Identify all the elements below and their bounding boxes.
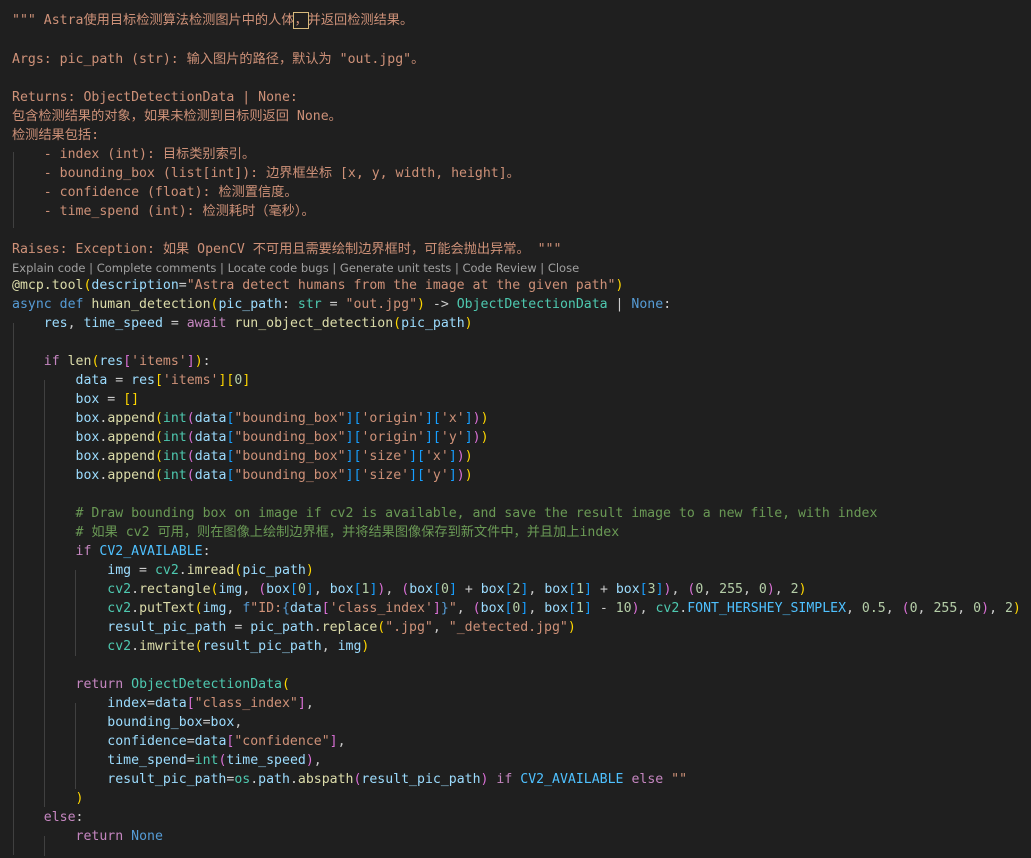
docstring-text: 检测结果包括: <box>12 128 100 143</box>
code-line: Returns: ObjectDetectionData | None: <box>12 88 1031 107</box>
codelens-separator: | <box>451 261 463 275</box>
codelens-separator: | <box>536 261 548 275</box>
code-line: ) <box>75 791 84 806</box>
code-line: data = res['items'][0] <box>75 373 251 388</box>
code-line: if CV2_AVAILABLE: <box>75 544 211 559</box>
codelens-explain-code[interactable]: Explain code <box>12 261 86 275</box>
code-line: return ObjectDetectionData( <box>75 677 290 692</box>
codelens-separator: | <box>85 261 97 275</box>
docstring-text: 包含检测结果的对象，如果未检测到目标则返回 None。 <box>12 109 342 124</box>
code-line: @mcp.tool(description="Astra detect huma… <box>12 278 624 293</box>
code-editor[interactable]: """ Astra使用目标检测算法检测图片中的人体，并返回检测结果。 Args:… <box>0 0 1031 858</box>
docstring-text: Raises: Exception: 如果 OpenCV 不可用且需要绘制边界框… <box>12 242 562 257</box>
code-line: - index (int): 目标类别索引。 <box>12 145 1031 164</box>
docstring-text: """ Astra使用目标检测算法检测图片中的人体 <box>12 13 295 28</box>
code-line: if len(res['items']): <box>43 354 211 369</box>
code-line: 包含检测结果的对象，如果未检测到目标则返回 None。 <box>12 107 1031 126</box>
docstring-text: - bounding_box (list[int]): 边界框坐标 [x, y,… <box>12 166 520 181</box>
code-line: result_pic_path=os.path.abspath(result_p… <box>107 772 688 787</box>
code-line: box = [] <box>75 392 140 407</box>
code-line: """ Astra使用目标检测算法检测图片中的人体，并返回检测结果。 <box>12 11 1031 30</box>
codelens-locate-code-bugs[interactable]: Locate code bugs <box>228 261 329 275</box>
code-line: - confidence (float): 检测置信度。 <box>12 183 1031 202</box>
code-line: async def human_detection(pic_path: str … <box>12 297 672 312</box>
code-line: Raises: Exception: 如果 OpenCV 不可用且需要绘制边界框… <box>12 240 1031 259</box>
code-line: box.append(int(data["bounding_box"]['ori… <box>75 430 489 445</box>
code-line: index=data["class_index"], <box>107 696 314 711</box>
docstring-text: - index (int): 目标类别索引。 <box>12 147 256 162</box>
code-line: box.append(int(data["bounding_box"]['siz… <box>75 468 473 483</box>
code-line: result_pic_path = pic_path.replace(".jpg… <box>107 620 576 635</box>
code-line: # 如果 cv2 可用，则在图像上绘制边界框，并将结果图像保存到新文件中，并且加… <box>12 523 1031 542</box>
docstring-text: Args: pic_path (str): 输入图片的路径，默认为 "out.j… <box>12 52 425 67</box>
codelens-separator: | <box>328 261 340 275</box>
code-comment: # Draw bounding box on image if cv2 is a… <box>75 506 878 521</box>
code-line: confidence=data["confidence"], <box>107 734 346 749</box>
docstring-text: 并返回检测结果。 <box>307 13 414 28</box>
docstring-text: Returns: ObjectDetectionData | None: <box>12 90 298 105</box>
code-line: cv2.rectangle(img, (box[0], box[1]), (bo… <box>107 582 807 597</box>
code-line: 检测结果包括: <box>12 126 1031 145</box>
codelens-complete-comments[interactable]: Complete comments <box>97 261 217 275</box>
docstring-text: - time_spend (int): 检测耗时（毫秒）。 <box>12 204 315 219</box>
code-line: Args: pic_path (str): 输入图片的路径，默认为 "out.j… <box>12 50 1031 69</box>
code-line: bounding_box=box, <box>107 715 243 730</box>
code-line: cv2.imwrite(result_pic_path, img) <box>107 639 370 654</box>
code-line: res, time_speed = await run_object_detec… <box>43 316 473 331</box>
codelens-close[interactable]: Close <box>548 261 579 275</box>
code-line: img = cv2.imread(pic_path) <box>107 563 314 578</box>
code-line: time_spend=int(time_speed), <box>107 753 322 768</box>
code-line: return None <box>75 829 163 844</box>
code-line: - time_spend (int): 检测耗时（毫秒）。 <box>12 202 1031 221</box>
selected-comma: ， <box>293 12 309 29</box>
code-line: - bounding_box (list[int]): 边界框坐标 [x, y,… <box>12 164 1031 183</box>
code-line: box.append(int(data["bounding_box"]['siz… <box>75 449 473 464</box>
docstring-text: - confidence (float): 检测置信度。 <box>12 185 298 200</box>
code-line: # Draw bounding box on image if cv2 is a… <box>12 504 1031 523</box>
code-line: cv2.putText(img, f"ID:{data['class_index… <box>107 601 1021 616</box>
codelens-code-review[interactable]: Code Review <box>462 261 536 275</box>
code-comment: # 如果 cv2 可用，则在图像上绘制边界框，并将结果图像保存到新文件中，并且加… <box>75 525 620 540</box>
codelens-generate-unit-tests[interactable]: Generate unit tests <box>340 261 451 275</box>
code-line: else: <box>43 810 84 825</box>
codelens-separator: | <box>216 261 228 275</box>
code-line: box.append(int(data["bounding_box"]['ori… <box>75 411 489 426</box>
